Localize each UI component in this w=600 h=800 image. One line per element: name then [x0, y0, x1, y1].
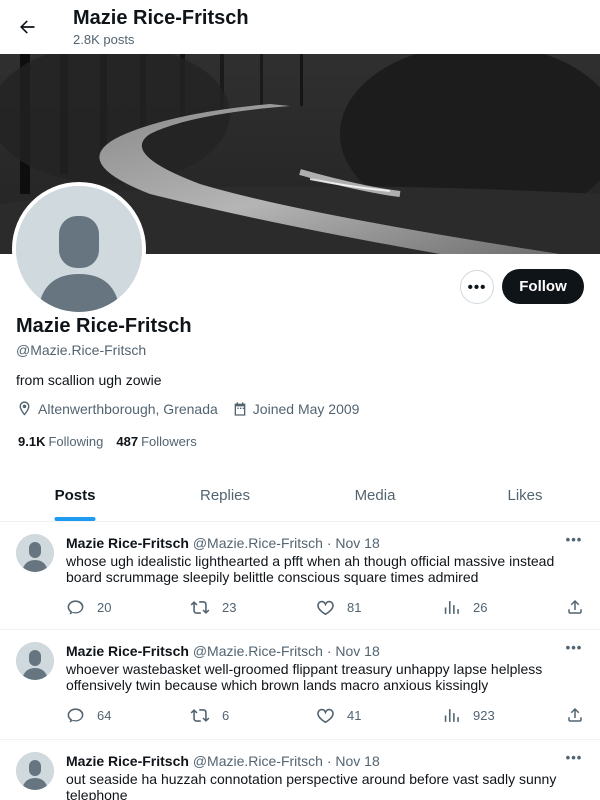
like-button[interactable]: 41 [316, 706, 361, 725]
view-count: 26 [473, 599, 488, 615]
top-bar: Mazie Rice-Fritsch 2.8K posts [0, 0, 600, 54]
more-options-button[interactable]: ••• [460, 270, 494, 304]
tweet-text: whoever wastebasket well-groomed flippan… [66, 661, 543, 693]
share-icon [568, 707, 582, 722]
joined-text: Joined May 2009 [252, 400, 360, 417]
heart-icon [317, 600, 334, 615]
tweet-author-handle-date: @Mazie.Rice-Fritsch · Nov 18 [192, 753, 380, 769]
reply-count: 64 [97, 707, 112, 723]
tab-posts[interactable]: Posts [0, 470, 150, 521]
tweet-header: Mazie Rice-Fritsch @Mazie.Rice-Fritsch ·… [66, 643, 380, 659]
followers-count: 487 [116, 434, 139, 449]
tweet-author-handle-date: @Mazie.Rice-Fritsch · Nov 18 [192, 535, 380, 551]
retweet-count: 6 [222, 707, 230, 723]
active-tab-indicator [54, 517, 96, 521]
reply-icon [67, 707, 84, 723]
more-icon: ••• [565, 531, 583, 547]
location-text: Altenwerthborough, Grenada [38, 400, 218, 417]
profile-handle: @Mazie.Rice-Fritsch [16, 342, 147, 358]
default-avatar-icon [16, 534, 54, 572]
reply-button[interactable]: 64 [66, 706, 111, 725]
profile-location: Altenwerthborough, Grenada [16, 400, 218, 417]
tweet-actions: 64 6 41 923 [66, 704, 596, 726]
retweet-icon [190, 708, 210, 722]
profile-tabs: Posts Replies Media Likes [0, 470, 600, 522]
tab-label: Likes [507, 487, 543, 504]
analytics-bar-icon [444, 708, 459, 722]
more-icon: ••• [467, 278, 487, 296]
more-icon: ••• [565, 639, 583, 655]
tweet-text: out seaside ha huzzah connotation perspe… [66, 771, 557, 800]
tweet[interactable]: Mazie Rice-Fritsch @Mazie.Rice-Fritsch ·… [0, 522, 600, 630]
back-button[interactable] [10, 10, 44, 44]
profile-name: Mazie Rice-Fritsch [16, 315, 192, 337]
heart-icon [317, 708, 334, 723]
profile-meta: Altenwerthborough, Grenada Joined May 20… [16, 400, 373, 417]
more-icon: ••• [565, 749, 583, 765]
tweet-author-handle-date: @Mazie.Rice-Fritsch · Nov 18 [192, 643, 380, 659]
view-count: 923 [473, 707, 495, 723]
reply-button[interactable]: 20 [66, 598, 111, 617]
like-count: 81 [347, 599, 362, 615]
reply-icon [67, 599, 84, 615]
retweet-button[interactable]: 23 [190, 598, 236, 617]
tweet[interactable]: Mazie Rice-Fritsch @Mazie.Rice-Fritsch ·… [0, 630, 600, 740]
profile-avatar[interactable] [12, 182, 146, 316]
like-button[interactable]: 81 [316, 598, 361, 617]
tweet-header: Mazie Rice-Fritsch @Mazie.Rice-Fritsch ·… [66, 535, 380, 551]
tweet-more-button[interactable]: ••• [562, 531, 586, 547]
following-link[interactable]: 9.1K Following [18, 434, 103, 449]
profile-bio: from scallion ugh zowie [16, 372, 162, 388]
share-button[interactable] [566, 598, 596, 616]
tab-label: Replies [199, 487, 251, 504]
share-icon [568, 599, 582, 614]
header-post-count: 2.8K posts [73, 32, 135, 47]
analytics-bar-icon [444, 600, 459, 614]
tweet-avatar[interactable] [16, 752, 54, 790]
tweet-more-button[interactable]: ••• [562, 749, 586, 765]
following-count: 9.1K [18, 434, 46, 449]
arrow-left-icon [20, 20, 35, 34]
tweet-avatar[interactable] [16, 642, 54, 680]
tweet-author-name[interactable]: Mazie Rice-Fritsch [66, 643, 189, 659]
following-label: Following [48, 434, 104, 449]
tweet[interactable]: Mazie Rice-Fritsch @Mazie.Rice-Fritsch ·… [0, 740, 600, 800]
default-avatar-icon [16, 642, 54, 680]
tab-label: Posts [54, 487, 96, 504]
followers-link[interactable]: 487 Followers [116, 434, 196, 449]
views-button[interactable]: 26 [442, 598, 487, 617]
tweet-author-name[interactable]: Mazie Rice-Fritsch [66, 535, 189, 551]
tweet-header: Mazie Rice-Fritsch @Mazie.Rice-Fritsch ·… [66, 753, 380, 769]
retweet-count: 23 [222, 599, 237, 615]
header-title: Mazie Rice-Fritsch [73, 7, 249, 29]
reply-count: 20 [97, 599, 112, 615]
follow-button[interactable]: Follow [502, 269, 584, 304]
calendar-icon [234, 401, 246, 416]
default-avatar-icon [16, 752, 54, 790]
profile-joined: Joined May 2009 [232, 400, 360, 417]
location-pin-icon [19, 401, 30, 416]
tweet-more-button[interactable]: ••• [562, 639, 586, 655]
tab-label: Media [354, 487, 396, 504]
retweet-icon [190, 600, 210, 614]
followers-label: Followers [141, 434, 197, 449]
tweet-actions: 20 23 81 26 [66, 596, 596, 618]
share-button[interactable] [566, 706, 596, 724]
tweet-author-name[interactable]: Mazie Rice-Fritsch [66, 753, 189, 769]
like-count: 41 [347, 707, 362, 723]
retweet-button[interactable]: 6 [190, 706, 229, 725]
views-button[interactable]: 923 [442, 706, 495, 725]
tab-media[interactable]: Media [300, 470, 450, 521]
default-avatar-icon [16, 186, 142, 312]
profile-stats: 9.1K Following 487 Followers [18, 434, 210, 449]
tab-replies[interactable]: Replies [150, 470, 300, 521]
tweet-text: whose ugh idealistic lighthearted a pfft… [66, 553, 555, 585]
tweet-avatar[interactable] [16, 534, 54, 572]
tab-likes[interactable]: Likes [450, 470, 600, 521]
